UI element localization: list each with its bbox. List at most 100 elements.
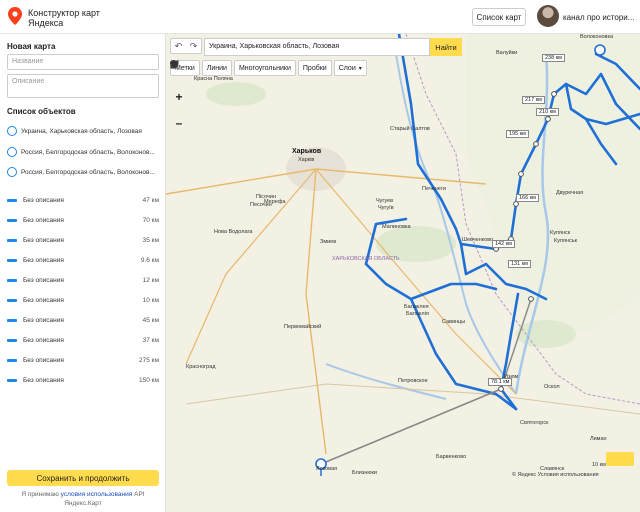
map-canvas[interactable]: Харьков Харків Красна Поляна Пісочин Пес…: [166, 34, 640, 512]
list-item-distance: 70 км: [142, 216, 159, 224]
map-copyright[interactable]: © Яндекс Условия использования: [512, 472, 599, 478]
new-map-title: Новая карта: [7, 42, 56, 51]
map-drawing: [166, 34, 640, 512]
list-item-label: Без описания: [23, 296, 64, 304]
layers-button[interactable]: Слои ▾: [170, 60, 367, 76]
map-city-label: Харьков: [292, 148, 322, 155]
point-icon: [7, 126, 17, 136]
line-icon: [7, 278, 17, 282]
terms-text: Я принимаю условия использования API Янд…: [7, 490, 159, 508]
map-label: Валуйки: [496, 50, 518, 56]
line-icon: [7, 198, 17, 202]
list-item[interactable]: Россия, Белгородская область, Волоконов.…: [7, 162, 159, 182]
list-item-distance: 275 км: [139, 356, 159, 364]
map-label: Лиман: [590, 436, 607, 442]
distance-label: 217 км: [522, 96, 545, 104]
list-item[interactable]: Без описания 275 км: [7, 350, 159, 370]
list-item[interactable]: Без описания 12 км: [7, 270, 159, 290]
distance-label: 195 км: [506, 130, 529, 138]
list-item-label: Без описания: [23, 376, 64, 384]
line-icon: [7, 218, 17, 222]
list-item[interactable]: Без описания 150 км: [7, 370, 159, 390]
layers-label: Слои: [338, 64, 356, 72]
list-item[interactable]: Россия, Белгородская область, Волоконов.…: [7, 142, 159, 162]
route-vertex: [551, 91, 557, 97]
list-item-label: Без описания: [23, 356, 64, 364]
map-label: Двуречная: [556, 190, 584, 196]
line-icon: [7, 238, 17, 242]
map-label: Оскол: [544, 384, 560, 390]
route-vertex: [528, 296, 534, 302]
list-item-label: Россия, Белгородская область, Волоконов.…: [21, 148, 155, 156]
map-label: Близнюки: [352, 470, 377, 476]
traffic-label: Пробки: [302, 64, 327, 72]
list-item-distance: 12 км: [142, 276, 159, 284]
map-label: Харків: [298, 157, 315, 163]
zoom-control: + –: [172, 90, 186, 130]
save-and-continue-button[interactable]: Сохранить и продолжить: [7, 470, 159, 486]
polygons-tool-button[interactable]: Многоугольники: [170, 60, 296, 76]
route-vertex: [545, 116, 551, 122]
line-icon: [7, 298, 17, 302]
map-label: Змиев: [320, 239, 337, 245]
distance-label: 210 км: [536, 108, 559, 116]
forest-area: [206, 82, 266, 106]
map-scale: 10 км: [592, 462, 606, 468]
line-icon: [7, 318, 17, 322]
list-item-distance: 9.6 км: [140, 256, 159, 264]
undo-icon[interactable]: ↶: [171, 39, 186, 53]
list-item-label: Без описания: [23, 336, 64, 344]
lines-tool-button[interactable]: Линии: [170, 60, 232, 76]
list-item-distance: 47 км: [142, 196, 159, 204]
traffic-button[interactable]: Пробки: [170, 60, 332, 76]
list-item-distance: 37 км: [142, 336, 159, 344]
list-item[interactable]: Без описания 45 км: [7, 310, 159, 330]
map-label: Чугуев: [376, 198, 394, 204]
distance-label: 131 км: [508, 260, 531, 268]
map-label: Петровское: [398, 378, 428, 384]
region-label: ХАРЬКОВСКАЯ ОБЛАСТЬ: [332, 256, 400, 262]
channel-label[interactable]: канал про истори...: [563, 13, 634, 22]
distance-label: 238 км: [542, 54, 565, 62]
undo-redo-group: ↶ ↷: [170, 38, 202, 54]
redo-icon[interactable]: ↷: [186, 39, 201, 53]
list-item-label: Без описания: [23, 256, 64, 264]
map-list-button[interactable]: Список карт: [472, 8, 526, 26]
map-label: Мерефа: [264, 199, 286, 205]
list-item[interactable]: Украина, Харьковская область, Лозовая: [7, 121, 159, 141]
distance-label: 142 км: [492, 240, 515, 248]
map-pin-logo-icon: [8, 7, 22, 25]
app-title-line2: Яндекса: [28, 18, 64, 28]
zoom-out-button[interactable]: –: [172, 116, 186, 130]
map-toolbar: Метки Линии Многоугольники Пробки Слои ▾: [170, 60, 367, 76]
map-label: Печенеги: [422, 186, 446, 192]
list-item-distance: 150 км: [139, 376, 159, 384]
app-title-line1: Конструктор карт: [28, 8, 100, 18]
list-item[interactable]: Без описания 9.6 км: [7, 250, 159, 270]
distance-label: 166 км: [516, 194, 539, 202]
map-label: Чугуїв: [378, 205, 394, 211]
list-item[interactable]: Без описания 70 км: [7, 210, 159, 230]
zoom-in-button[interactable]: +: [172, 90, 186, 104]
map-description-input[interactable]: Описание: [7, 74, 159, 98]
route-vertex: [513, 201, 519, 207]
chevron-down-icon: ▾: [358, 65, 362, 72]
top-bar: Конструктор карт Яндекса Список карт кан…: [0, 0, 640, 34]
map-label: Красноград: [186, 364, 216, 370]
line-icon: [7, 358, 17, 362]
list-item-label: Россия, Белгородская область, Волоконов.…: [21, 168, 155, 176]
list-item[interactable]: Без описания 47 км: [7, 190, 159, 210]
list-item[interactable]: Без описания 10 км: [7, 290, 159, 310]
route-vertex: [518, 171, 524, 177]
sidebar: Новая карта Название Описание Список объ…: [0, 34, 166, 512]
search-button[interactable]: Найти: [430, 38, 462, 56]
avatar[interactable]: [537, 5, 559, 27]
list-item[interactable]: Без описания 37 км: [7, 330, 159, 350]
search-input[interactable]: Украина, Харьковская область, Лозовая: [204, 38, 430, 56]
map-name-input[interactable]: Название: [7, 54, 159, 70]
line-icon: [7, 338, 17, 342]
terms-link[interactable]: условия использования: [61, 491, 133, 498]
map-label: Красна Поляна: [194, 76, 233, 82]
polygons-tool-label: Многоугольники: [238, 64, 291, 72]
list-item[interactable]: Без описания 35 км: [7, 230, 159, 250]
